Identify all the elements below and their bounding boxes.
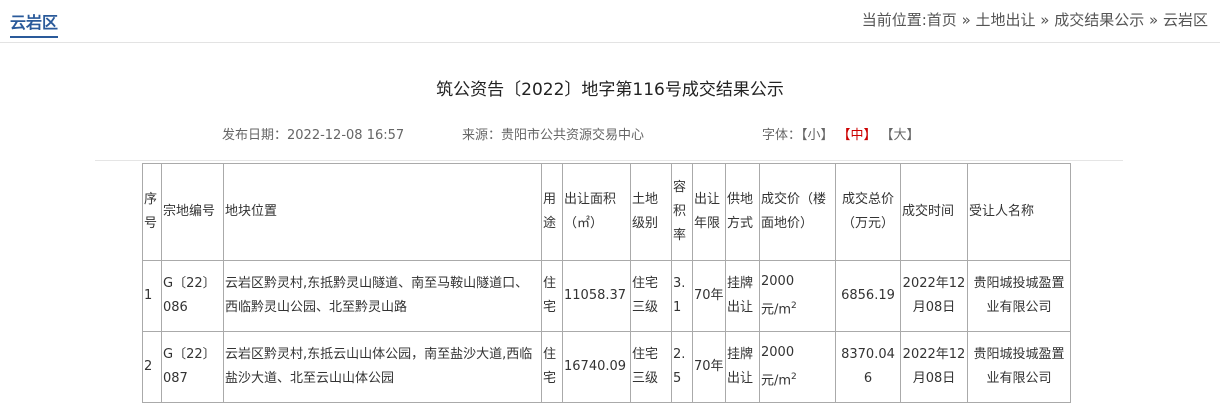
cell-grade: 住宅三级 [630, 260, 672, 332]
header-buyer: 受让人名称 [967, 163, 1071, 261]
cell-method: 挂牌出让 [725, 260, 760, 332]
cell-far: 2.5 [671, 331, 693, 403]
cell-term: 70年 [692, 331, 726, 403]
table-row: 1 G〔22〕086 云岩区黔灵村,东抵黔灵山隧道、南至马鞍山隧道口、西临黔灵山… [142, 260, 1071, 332]
cell-buyer: 贵阳城投城盈置业有限公司 [967, 260, 1071, 332]
source-info: 来源：贵阳市公共资源交易中心 [462, 124, 644, 143]
cell-total-price: 6856.19 [835, 260, 901, 332]
cell-term: 70年 [692, 260, 726, 332]
source-label: 来源： [462, 128, 502, 143]
breadcrumb-results[interactable]: 成交结果公示 [1054, 11, 1144, 29]
font-large-button[interactable]: 【大】 [881, 128, 920, 143]
header-deal-time: 成交时间 [900, 163, 968, 261]
unit-price-unit: 元/m [761, 373, 792, 389]
header-total-price: 成交总价（万元） [835, 163, 901, 261]
cell-seq: 2 [142, 331, 162, 403]
cell-method: 挂牌出让 [725, 331, 760, 403]
header-location: 地块位置 [223, 163, 542, 261]
cell-location: 云岩区黔灵村,东抵云山山体公园，南至盐沙大道,西临盐沙大道、北至云山山体公园 [223, 331, 542, 403]
unit-price-sup: 2 [791, 371, 797, 382]
unit-price-value: 2000 [761, 344, 795, 360]
publish-info: 发布日期：2022-12-08 16:57 [222, 124, 404, 143]
font-size-switcher: 字体：【小】 【中】 【大】 [762, 124, 920, 143]
cell-parcel-no: G〔22〕087 [161, 331, 224, 403]
divider [95, 160, 1123, 161]
header-area: 出让面积（㎡） [562, 163, 631, 261]
font-medium-button[interactable]: 【中】 [838, 128, 877, 143]
section-title: 云岩区 [10, 9, 59, 38]
results-table: 序号 宗地编号 地块位置 用途 出让面积（㎡） 土地级别 容积率 出让年限 供地… [142, 163, 1071, 403]
header-term: 出让年限 [692, 163, 726, 261]
cell-location: 云岩区黔灵村,东抵黔灵山隧道、南至马鞍山隧道口、西临黔灵山公园、北至黔灵山路 [223, 260, 542, 332]
breadcrumb-separator: » [956, 11, 976, 29]
breadcrumb-home[interactable]: 首页 [927, 11, 957, 29]
header-seq: 序号 [142, 163, 162, 261]
publish-date: 2022-12-08 16:57 [287, 128, 405, 143]
breadcrumb-prefix: 当前位置: [861, 11, 927, 29]
font-small-button[interactable]: 【小】 [801, 128, 834, 143]
cell-area: 11058.37 [562, 260, 631, 332]
cell-use: 住宅 [541, 331, 563, 403]
cell-area: 16740.09 [562, 331, 631, 403]
header-parcel-no: 宗地编号 [161, 163, 224, 261]
breadcrumb-land-transfer[interactable]: 土地出让 [976, 11, 1036, 29]
breadcrumb-district[interactable]: 云岩区 [1163, 11, 1208, 29]
source-name: 贵阳市公共资源交易中心 [501, 128, 645, 143]
table-row: 2 G〔22〕087 云岩区黔灵村,东抵云山山体公园，南至盐沙大道,西临盐沙大道… [142, 331, 1071, 403]
cell-unit-price: 2000 元/m2 [759, 260, 836, 332]
cell-far: 3.1 [671, 260, 693, 332]
font-label: 字体： [762, 128, 802, 143]
unit-price-unit: 元/m [761, 302, 792, 318]
breadcrumb-separator: » [1144, 11, 1163, 29]
header-unit-price: 成交价（楼面地价） [759, 163, 836, 261]
article-title: 筑公资告〔2022〕地字第116号成交结果公示 [436, 80, 784, 100]
cell-parcel-no: G〔22〕086 [161, 260, 224, 332]
header-grade: 土地级别 [630, 163, 672, 261]
cell-grade: 住宅三级 [630, 331, 672, 403]
cell-use: 住宅 [541, 260, 563, 332]
cell-buyer: 贵阳城投城盈置业有限公司 [967, 331, 1071, 403]
table-header-row: 序号 宗地编号 地块位置 用途 出让面积（㎡） 土地级别 容积率 出让年限 供地… [142, 163, 1071, 261]
header-method: 供地方式 [725, 163, 760, 261]
publish-label: 发布日期： [222, 128, 288, 143]
cell-deal-time: 2022年12月08日 [900, 260, 968, 332]
cell-seq: 1 [142, 260, 162, 332]
breadcrumb-separator: » [1035, 11, 1055, 29]
cell-deal-time: 2022年12月08日 [900, 331, 968, 403]
cell-unit-price: 2000 元/m2 [759, 331, 836, 403]
top-bar: 云岩区 当前位置:首页 » 土地出让 » 成交结果公示 » 云岩区 [0, 0, 1220, 43]
cell-total-price: 8370.046 [835, 331, 901, 403]
unit-price-sup: 2 [791, 300, 797, 311]
breadcrumb: 当前位置:首页 » 土地出让 » 成交结果公示 » 云岩区 [862, 9, 1208, 30]
header-use: 用途 [541, 163, 563, 261]
header-far: 容积率 [671, 163, 693, 261]
unit-price-value: 2000 [761, 273, 795, 289]
